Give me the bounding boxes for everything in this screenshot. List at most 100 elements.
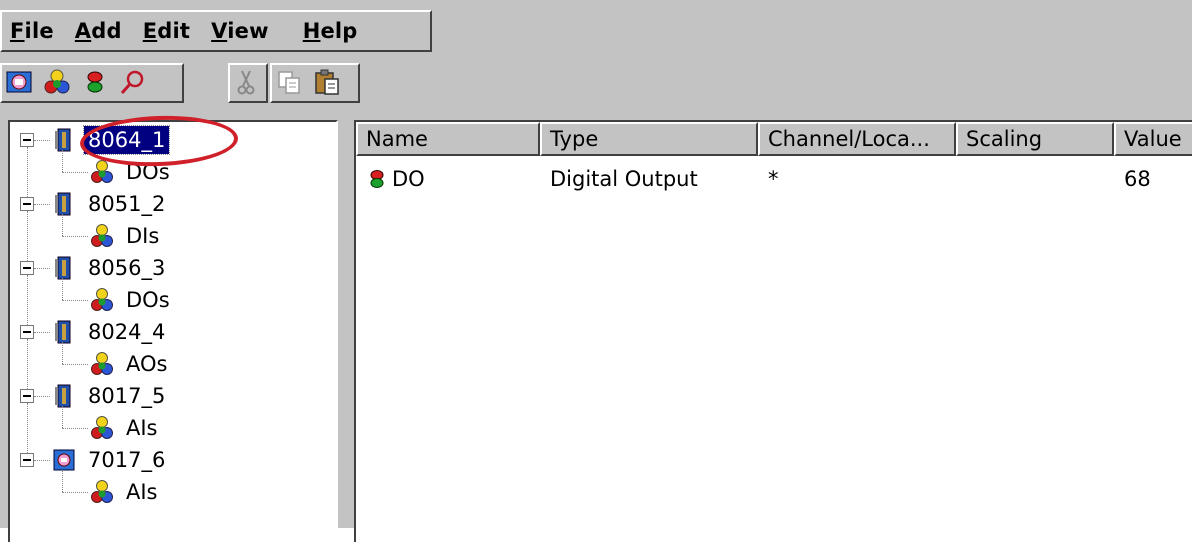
tree-connector	[27, 339, 28, 389]
tree-connector	[62, 406, 63, 428]
menu-file-accel: F	[10, 19, 25, 43]
tree-connector	[62, 278, 63, 300]
copy-button[interactable]	[272, 65, 306, 99]
tree-item-channel-group[interactable]: DOs	[90, 284, 174, 316]
tree-connector	[27, 147, 28, 197]
io-module-icon	[55, 192, 71, 216]
tree-item-label: 8024_4	[88, 320, 166, 344]
tree-item-label: 8056_3	[88, 256, 166, 280]
tree-item-module[interactable]: 7017_6	[52, 444, 169, 476]
add-module-button[interactable]	[2, 65, 36, 99]
io-module-icon	[55, 128, 71, 152]
app-bar: File Add Edit View Help	[0, 0, 1192, 60]
tree-item-module[interactable]: 8024_4	[52, 316, 169, 348]
menu-view-accel: V	[211, 19, 228, 43]
menu-view-label: iew	[227, 19, 269, 43]
tree-item-label: AIs	[126, 480, 158, 504]
menu-add-accel: A	[74, 19, 92, 43]
channel-group-icon	[91, 288, 113, 311]
tree-connector	[62, 300, 88, 301]
menu-file[interactable]: File	[2, 19, 67, 43]
tree-pane: 8064_1 DOs 8051_2 DIs 8056_3 DOs 8024_4 AOs 8017…	[0, 118, 346, 542]
cut-icon	[237, 70, 255, 95]
tree-item-label: DOs	[126, 160, 170, 184]
copy-icon	[278, 71, 300, 94]
module-tree[interactable]: 8064_1 DOs 8051_2 DIs 8056_3 DOs 8024_4 AOs 8017…	[8, 120, 338, 542]
tree-item-label: DIs	[126, 224, 160, 248]
menu-help-label: elp	[320, 19, 358, 43]
tree-item-module[interactable]: 8051_2	[52, 188, 169, 220]
io-module-icon	[55, 384, 71, 408]
menu-bar: File Add Edit View Help	[0, 10, 432, 52]
tree-connector	[62, 236, 88, 237]
tree-item-label: 7017_6	[88, 448, 166, 472]
tree-connector	[34, 460, 50, 461]
tree-expander[interactable]	[20, 261, 34, 275]
tree-expander[interactable]	[20, 197, 34, 211]
column-header-type[interactable]: Type	[540, 122, 758, 156]
tree-expander[interactable]	[20, 325, 34, 339]
channel-group-icon	[44, 69, 70, 94]
cell-type: Digital Output	[550, 167, 698, 191]
menu-edit[interactable]: Edit	[135, 19, 203, 43]
search-button[interactable]	[116, 65, 150, 99]
channel-group-icon	[91, 160, 113, 183]
tree-connector	[34, 268, 50, 269]
channel-list[interactable]: Name Type Channel/Loca... Scaling Value …	[354, 120, 1192, 542]
paste-button[interactable]	[310, 65, 344, 99]
list-row[interactable]: DO Digital Output * 68	[356, 164, 1192, 194]
paste-icon	[315, 69, 339, 95]
tree-item-channel-group[interactable]: AIs	[90, 412, 162, 444]
tree-item-channel-group[interactable]: DOs	[90, 156, 174, 188]
column-header-scaling[interactable]: Scaling	[956, 122, 1114, 156]
cut-button[interactable]	[230, 65, 262, 99]
menu-edit-accel: E	[142, 19, 158, 43]
tree-item-label: AIs	[126, 416, 158, 440]
menu-view[interactable]: View	[203, 19, 295, 43]
tree-item-label: 8051_2	[88, 192, 166, 216]
tree-connector	[34, 204, 50, 205]
menu-add[interactable]: Add	[67, 19, 135, 43]
tree-connector	[62, 342, 63, 364]
toolbar	[0, 60, 1192, 118]
list-header: Name Type Channel/Loca... Scaling Value	[356, 122, 1192, 156]
tree-expander[interactable]	[20, 133, 34, 147]
toolbar-group-cut	[228, 63, 268, 103]
menu-help-accel: H	[302, 19, 321, 43]
tree-connector	[62, 214, 63, 236]
tree-item-channel-group[interactable]: AOs	[90, 348, 171, 380]
cell-name: DO	[356, 164, 540, 194]
column-header-name[interactable]: Name	[356, 122, 540, 156]
tree-item-module[interactable]: 8017_5	[52, 380, 169, 412]
tree-connector	[34, 140, 50, 141]
channel-icon	[370, 170, 384, 188]
tree-expander[interactable]	[20, 389, 34, 403]
tree-connector	[62, 150, 63, 172]
tree-connector	[27, 275, 28, 325]
tree-item-channel-group[interactable]: DIs	[90, 220, 163, 252]
add-channel-group-button[interactable]	[40, 65, 74, 99]
list-pane: Name Type Channel/Loca... Scaling Value …	[346, 118, 1192, 542]
channel-group-icon	[91, 480, 113, 503]
menu-edit-label: dit	[157, 19, 191, 43]
tree-expander[interactable]	[20, 453, 34, 467]
column-header-channel[interactable]: Channel/Loca...	[758, 122, 956, 156]
cell-name-text: DO	[392, 167, 425, 191]
tree-item-channel-group[interactable]: AIs	[90, 476, 162, 508]
channel-icon	[87, 71, 103, 93]
menu-file-label: ile	[24, 19, 54, 43]
toolbar-group-add	[0, 63, 184, 103]
search-icon	[120, 70, 144, 94]
module-icon	[6, 71, 32, 93]
channel-group-icon	[91, 416, 113, 439]
add-channel-button[interactable]	[78, 65, 112, 99]
menu-help[interactable]: Help	[295, 19, 371, 43]
remote-module-icon	[53, 449, 75, 471]
tree-connector	[62, 364, 88, 365]
tree-connector	[27, 211, 28, 261]
io-module-icon	[55, 256, 71, 280]
channel-group-icon	[91, 352, 113, 375]
tree-item-module[interactable]: 8056_3	[52, 252, 169, 284]
column-header-value[interactable]: Value	[1114, 122, 1192, 156]
tree-item-module[interactable]: 8064_1	[52, 124, 171, 156]
